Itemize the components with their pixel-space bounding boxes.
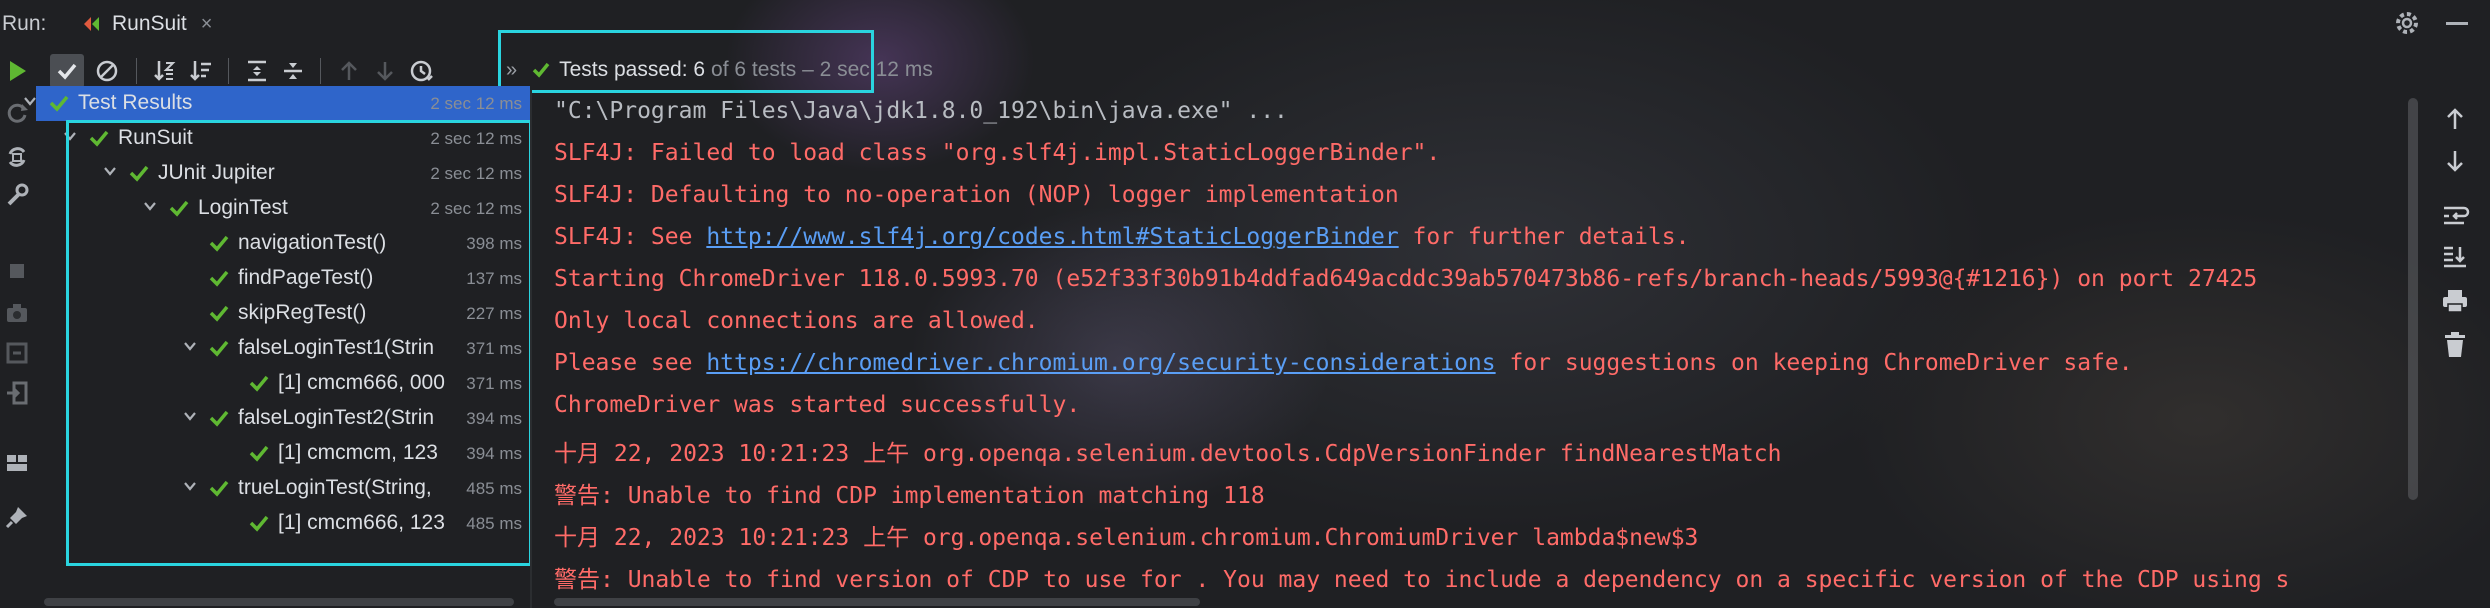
pin-icon[interactable] xyxy=(4,504,30,530)
sort-alpha-icon xyxy=(154,61,176,81)
check-icon xyxy=(49,95,69,112)
console-line: Only local connections are allowed. xyxy=(554,308,1039,334)
down-trace-icon[interactable] xyxy=(2440,146,2470,176)
console-line: SLF4J: See http://www.slf4j.org/codes.ht… xyxy=(554,224,1689,250)
junit-config-icon xyxy=(84,17,99,31)
panel-divider[interactable] xyxy=(530,90,532,608)
console-line: 十月 22, 2023 10:21:23 上午 org.openqa.selen… xyxy=(554,441,1782,467)
exit-icon[interactable] xyxy=(4,380,30,406)
console-line: SLF4J: Failed to load class "org.slf4j.i… xyxy=(554,140,1441,166)
show-passed-icon xyxy=(57,63,77,80)
console-line: Please see https://chromedriver.chromium… xyxy=(554,350,2133,376)
close-tab-icon[interactable]: × xyxy=(201,13,213,36)
console-vertical-scrollbar[interactable] xyxy=(2408,98,2418,500)
show-ignored-button[interactable] xyxy=(90,54,124,88)
console-line: ChromeDriver was started successfully. xyxy=(554,392,1081,418)
show-passed-button[interactable] xyxy=(50,54,84,88)
tree-horizontal-scrollbar[interactable] xyxy=(44,598,514,606)
console-line: Starting ChromeDriver 118.0.5993.70 (e52… xyxy=(554,266,2258,292)
more-actions-chevron[interactable]: » xyxy=(506,59,517,82)
console-line: 十月 22, 2023 10:21:23 上午 org.openqa.selen… xyxy=(554,525,1699,551)
up-trace-icon[interactable] xyxy=(2440,104,2470,134)
test-name: Test Results xyxy=(78,91,193,114)
gear-icon[interactable] xyxy=(2392,8,2422,38)
console-toolbar xyxy=(2438,104,2474,384)
tab-label: RunSuit xyxy=(112,12,187,35)
left-action-toolbar xyxy=(0,50,36,608)
next-failed-icon xyxy=(377,62,393,81)
test-duration: 2 sec 12 ms xyxy=(430,94,522,113)
sort-by-duration-button[interactable] xyxy=(184,54,218,88)
next-failed-button[interactable] xyxy=(368,54,402,88)
tab-runsuit[interactable]: RunSuit × xyxy=(82,8,212,40)
previous-failed-button[interactable] xyxy=(332,54,366,88)
print-icon[interactable] xyxy=(2440,286,2470,316)
sort-duration-icon xyxy=(190,61,211,81)
test-history-icon xyxy=(410,60,433,82)
run-toolwindow-header: Run: RunSuit × xyxy=(0,0,2490,47)
collapse-all-button[interactable] xyxy=(276,54,310,88)
console-output[interactable]: "C:\Program Files\Java\jdk1.8.0_192\bin\… xyxy=(554,98,2400,608)
console-line: 警告: Unable to find CDP implementation ma… xyxy=(554,483,1265,509)
console-text: for further details. xyxy=(1398,224,1690,250)
console-line: "C:\Program Files\Java\jdk1.8.0_192\bin\… xyxy=(554,98,1288,124)
rerun-icon[interactable] xyxy=(4,58,30,84)
console-text: SLF4J: See xyxy=(554,224,707,250)
test-status-bar: » Tests passed: 6 of 6 tests – 2 sec 12 … xyxy=(506,58,933,82)
console-text: Please see xyxy=(554,350,707,376)
stop-icon[interactable] xyxy=(4,258,30,284)
check-icon xyxy=(532,62,550,78)
camera-icon[interactable] xyxy=(4,300,30,326)
collapse-all-icon xyxy=(284,63,302,79)
tests-summary-text: of 6 tests – 2 sec 12 ms xyxy=(711,58,933,81)
tree-highlight-box xyxy=(66,120,532,566)
console-link[interactable]: http://www.slf4j.org/codes.html#StaticLo… xyxy=(706,224,1398,250)
toggle-auto-test-icon[interactable] xyxy=(4,144,30,170)
expand-all-button[interactable] xyxy=(240,54,274,88)
soft-wrap-icon[interactable] xyxy=(2440,200,2470,230)
scroll-to-end-icon[interactable] xyxy=(2440,242,2470,272)
run-label: Run: xyxy=(2,12,47,35)
sort-alphabetically-button[interactable] xyxy=(148,54,182,88)
layout-icon[interactable] xyxy=(4,450,30,476)
console-line: 警告: Unable to find version of CDP to use… xyxy=(554,567,2290,593)
console-line: SLF4J: Defaulting to no-operation (NOP) … xyxy=(554,182,1399,208)
expand-all-icon xyxy=(248,60,266,82)
clear-all-icon[interactable] xyxy=(2440,330,2470,360)
test-history-button[interactable] xyxy=(404,54,438,88)
tree-row-root[interactable]: Test Results 2 sec 12 ms xyxy=(24,86,530,121)
restore-layout-icon[interactable] xyxy=(4,340,30,366)
previous-failed-icon xyxy=(341,61,357,80)
chevron-down-icon[interactable] xyxy=(22,93,38,109)
settings-wrench-icon[interactable] xyxy=(4,182,30,208)
show-ignored-icon xyxy=(96,60,118,82)
tests-passed-text: Tests passed: 6 xyxy=(559,58,706,81)
console-link[interactable]: https://chromedriver.chromium.org/securi… xyxy=(706,350,1495,376)
console-text: for suggestions on keeping ChromeDriver … xyxy=(1495,350,2133,376)
minimize-icon[interactable] xyxy=(2446,22,2468,25)
console-horizontal-scrollbar[interactable] xyxy=(554,598,1200,606)
